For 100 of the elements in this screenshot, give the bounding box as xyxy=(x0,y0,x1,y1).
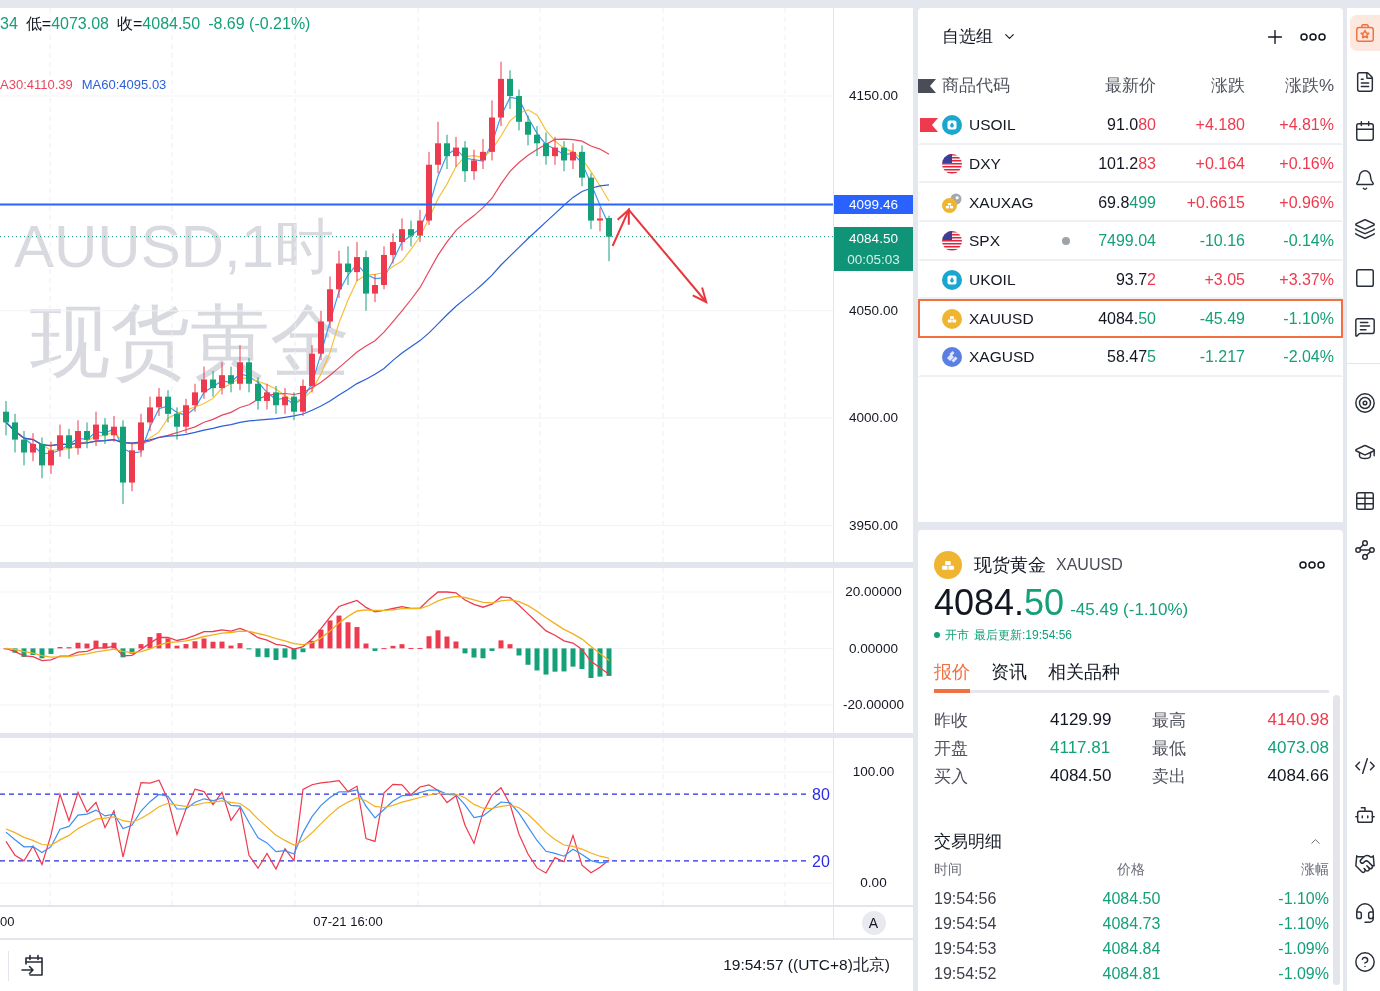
indicator-axis-label: 100.00 xyxy=(852,764,895,780)
watchlist-row[interactable]: UKOIL 93.72 +3.05 +3.37% xyxy=(918,260,1343,300)
more-button[interactable] xyxy=(1299,561,1325,569)
symbol-text: XAGUSD xyxy=(969,348,1035,367)
time-axis-label: 00 xyxy=(0,914,15,930)
stat-label: 买入 xyxy=(934,765,968,788)
change-percent-cell: -2.04% xyxy=(1283,348,1334,367)
tab[interactable]: 资讯 xyxy=(991,661,1027,693)
oil-drop-icon xyxy=(942,270,962,291)
trade-price: 4084.84 xyxy=(1102,939,1161,958)
stat-label: 昨收 xyxy=(934,709,968,732)
more-icon xyxy=(1300,32,1326,41)
trade-time: 19:54:53 xyxy=(934,939,997,958)
calendar-icon xyxy=(1354,119,1376,142)
layers-icon xyxy=(1354,217,1376,240)
tab[interactable]: 相关品种 xyxy=(1048,661,1120,693)
us-flag-icon xyxy=(942,154,962,175)
stat-value: 4084.50 xyxy=(1050,766,1112,786)
calendar-arrow-icon[interactable] xyxy=(20,952,46,979)
coins-icon xyxy=(942,192,962,213)
price-cell: 58.475 xyxy=(1107,348,1156,367)
level-label: 20 xyxy=(812,852,830,870)
last-price: 4084.50 xyxy=(849,229,898,248)
handshake-icon xyxy=(1354,852,1376,875)
change-cell: +3.05 xyxy=(1204,271,1245,290)
quote-price: 4084.50 xyxy=(934,582,1065,624)
watchlist-row[interactable]: DXY 101.283 +0.164 +0.16% xyxy=(918,144,1343,184)
change-percent-cell: -0.14% xyxy=(1283,232,1334,251)
column-header[interactable]: 涨跌% xyxy=(1284,74,1334,97)
change-cell: +4.180 xyxy=(1195,116,1245,135)
star-bag-icon xyxy=(1354,21,1376,44)
section-title: 交易明细 xyxy=(934,830,1002,853)
stat-label: 最低 xyxy=(1152,737,1186,760)
oil-drop-icon xyxy=(942,115,962,136)
indicator-axis-label: 0.00000 xyxy=(849,640,898,657)
trade-change: -1.10% xyxy=(1278,889,1329,908)
trade-change: -1.10% xyxy=(1278,914,1329,933)
update-time: 最后更新:19:54:56 xyxy=(974,627,1073,643)
group-dropdown[interactable]: 自选组 xyxy=(942,25,1017,48)
flag-icon[interactable] xyxy=(920,118,938,133)
trade-price: 4084.50 xyxy=(1102,889,1161,908)
ingots-icon xyxy=(934,551,962,579)
slanted-bars-icon xyxy=(942,347,962,368)
change-percent-cell: +4.81% xyxy=(1279,116,1334,135)
stat-value: 4084.66 xyxy=(1267,766,1329,786)
change-cell: -1.217 xyxy=(1199,348,1245,367)
watchlist-row[interactable]: XAGUSD 58.475 -1.217 -2.04% xyxy=(918,338,1343,377)
stat-value: 4140.98 xyxy=(1267,710,1329,730)
quote-change: -45.49 (-1.10%) xyxy=(1070,600,1189,620)
document-icon xyxy=(1354,70,1376,93)
market-status: 开市 xyxy=(945,627,969,643)
ohlc-legend-item: -8.69 (-0.21%) xyxy=(208,15,311,33)
watchlist-row[interactable]: USOIL 91.080 +4.180 +4.81% xyxy=(918,106,1343,145)
stat-value: 4073.08 xyxy=(1267,738,1329,758)
trade-change: -1.09% xyxy=(1278,964,1329,983)
price-cell: 93.72 xyxy=(1115,271,1156,290)
column-header[interactable]: 最新价 xyxy=(1105,74,1156,97)
change-cell: -45.49 xyxy=(1199,309,1245,328)
auto-scale-button[interactable]: A xyxy=(861,910,886,935)
line-price-tag: 4099.46 xyxy=(834,195,913,215)
price-cell: 7499.04 xyxy=(1098,232,1156,251)
instrument-symbol: XAUUSD xyxy=(1056,556,1123,574)
more-button[interactable] xyxy=(1300,32,1326,41)
more-icon xyxy=(1299,561,1325,569)
watchlist-row[interactable]: SPX 7499.04 -10.16 -0.14% xyxy=(918,222,1343,261)
column-header: 价格 xyxy=(1117,861,1146,879)
symbol-text: XAUUSD xyxy=(969,309,1034,328)
chat-icon xyxy=(1354,315,1376,338)
trade-time: 19:54:52 xyxy=(934,964,997,983)
change-percent-cell: +0.16% xyxy=(1279,155,1334,174)
watchlist-row[interactable]: XAUXAG 69.8499 +0.6615 +0.96% xyxy=(918,183,1343,223)
target-icon xyxy=(1354,391,1376,414)
change-cell: +0.6615 xyxy=(1186,193,1245,212)
column-header[interactable]: 涨跌 xyxy=(1211,74,1245,97)
trade-time: 19:54:54 xyxy=(934,914,997,933)
column-header[interactable]: 商品代码 xyxy=(942,74,1010,97)
column-header: 时间 xyxy=(934,861,962,879)
bar-countdown: 00:05:03 xyxy=(847,250,900,269)
change-cell: +0.164 xyxy=(1195,155,1245,174)
scrollbar[interactable] xyxy=(1333,695,1340,985)
status-time: 19:54:57 ((UTC+8)北京) xyxy=(723,955,890,975)
stat-value: 4117.81 xyxy=(1050,738,1111,758)
indicator-axis-label: 0.00 xyxy=(860,875,887,891)
watchlist-row[interactable]: XAUUSD 4084.50 -45.49 -1.10% xyxy=(918,299,1343,339)
price-cell: 91.080 xyxy=(1107,116,1156,135)
price-axis-label: 4150.00 xyxy=(849,88,898,104)
level-label: 80 xyxy=(812,786,830,804)
trade-price: 4084.73 xyxy=(1102,914,1161,933)
flag-icon[interactable] xyxy=(918,78,936,93)
arrow-drawing[interactable] xyxy=(611,207,708,304)
symbol-text: SPX xyxy=(969,232,1000,251)
symbol-text: UKOIL xyxy=(969,271,1016,290)
stat-label: 开盘 xyxy=(934,737,968,760)
stat-label: 卖出 xyxy=(1152,765,1186,788)
bell-icon xyxy=(1354,168,1376,191)
square-icon xyxy=(1354,266,1376,289)
indicator-axis-label: 20.00000 xyxy=(845,584,902,600)
price-cell: 101.283 xyxy=(1098,155,1156,174)
headset-icon xyxy=(1354,901,1376,924)
price-cell: 69.8499 xyxy=(1098,193,1156,212)
